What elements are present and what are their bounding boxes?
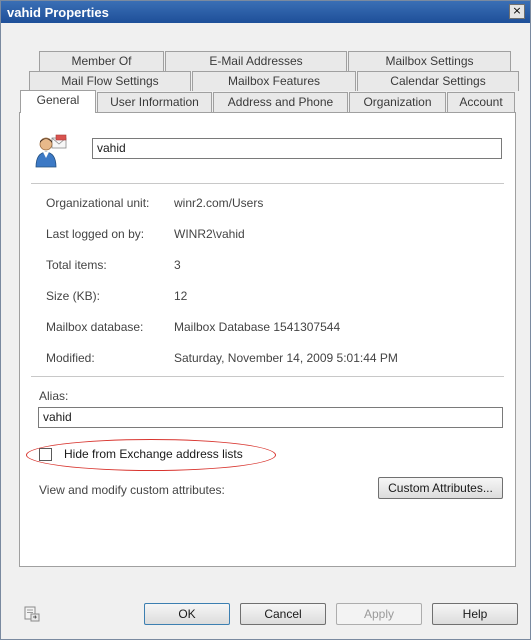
separator [31,183,504,184]
general-tab-panel: vahid Organizational unit: winr2.com/Use… [19,112,516,567]
last-logged-on-value: WINR2\vahid [174,227,245,241]
alias-label: Alias: [39,389,69,403]
tab-address-and-phone[interactable]: Address and Phone [213,92,348,112]
help-button[interactable]: Help [432,603,518,625]
alias-field[interactable]: vahid [38,407,503,428]
display-name-field[interactable]: vahid [92,138,502,159]
tab-calendar-settings[interactable]: Calendar Settings [357,71,519,91]
mailbox-database-value: Mailbox Database 1541307544 [174,320,341,334]
custom-attributes-label: View and modify custom attributes: [39,483,225,497]
tab-user-information[interactable]: User Information [97,92,212,112]
tab-general[interactable]: General [20,90,96,113]
tab-mailbox-features[interactable]: Mailbox Features [192,71,356,91]
user-mailbox-icon [35,134,67,168]
mailbox-database-label: Mailbox database: [46,320,144,334]
window-title: vahid Properties [7,5,109,20]
custom-attributes-button[interactable]: Custom Attributes... [378,477,503,499]
tab-organization[interactable]: Organization [349,92,446,112]
tab-member-of[interactable]: Member Of [39,51,164,71]
title-bar[interactable]: vahid Properties × [1,1,530,23]
last-logged-on-label: Last logged on by: [46,227,145,241]
close-button[interactable]: × [509,4,525,19]
tab-mail-flow-settings[interactable]: Mail Flow Settings [29,71,191,91]
apply-button[interactable]: Apply [336,603,422,625]
properties-dialog: vahid Properties × Member Of E-Mail Addr… [0,0,531,640]
modified-label: Modified: [46,351,95,365]
modified-value: Saturday, November 14, 2009 5:01:44 PM [174,351,398,365]
tab-account[interactable]: Account [447,92,515,112]
size-label: Size (KB): [46,289,101,303]
size-value: 12 [174,289,188,303]
cancel-button[interactable]: Cancel [240,603,326,625]
tab-mailbox-settings[interactable]: Mailbox Settings [348,51,511,71]
hide-from-address-lists-checkbox[interactable] [39,448,52,461]
properties-page-icon [24,606,40,622]
tab-email-addresses[interactable]: E-Mail Addresses [165,51,347,71]
org-unit-value: winr2.com/Users [174,196,264,210]
total-items-value: 3 [174,258,181,272]
separator [31,376,504,377]
org-unit-label: Organizational unit: [46,196,150,210]
hide-from-address-lists-label[interactable]: Hide from Exchange address lists [64,447,243,461]
ok-button[interactable]: OK [144,603,230,625]
total-items-label: Total items: [46,258,107,272]
